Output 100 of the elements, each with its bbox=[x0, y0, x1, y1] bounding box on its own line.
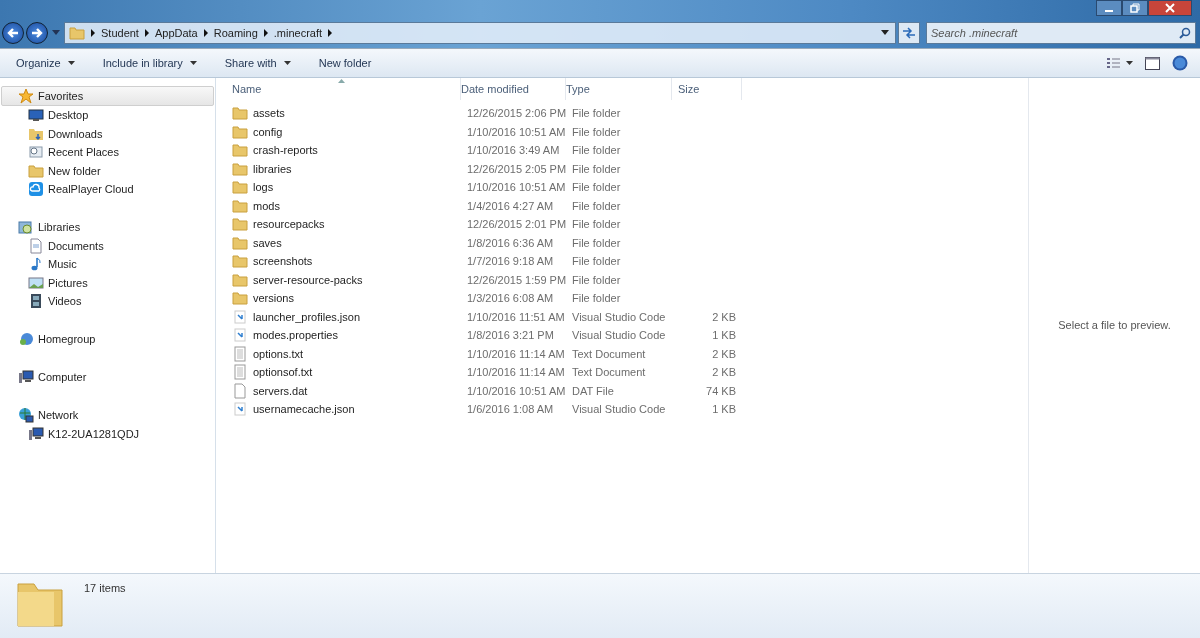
file-row[interactable]: server-resource-packs 12/26/2015 1:59 PM File folder bbox=[216, 270, 1028, 289]
folder-icon bbox=[232, 290, 248, 307]
file-name: logs bbox=[253, 181, 274, 194]
folder-icon bbox=[232, 253, 248, 270]
navigation-group[interactable]: Libraries bbox=[1, 216, 214, 237]
cloud-icon bbox=[28, 181, 44, 198]
date-modified: 1/10/2016 11:14 AM bbox=[466, 366, 566, 379]
close-button[interactable] bbox=[1148, 0, 1192, 16]
file-row[interactable]: crash-reports 1/10/2016 3:49 AM File folder bbox=[216, 141, 1028, 160]
navigation-item[interactable]: New folder bbox=[0, 161, 215, 180]
file-row[interactable]: logs 1/10/2016 10:51 AM File folder bbox=[216, 178, 1028, 197]
file-size: 2 KB bbox=[712, 347, 736, 360]
navigation-item[interactable]: Videos bbox=[0, 292, 215, 311]
item-count: 17 items bbox=[84, 582, 126, 594]
file-row[interactable]: libraries 12/26/2015 2:05 PM File folder bbox=[216, 159, 1028, 178]
file-type: Visual Studio Code bbox=[571, 329, 667, 342]
caret-icon bbox=[67, 61, 75, 65]
column-header[interactable]: Date modified bbox=[461, 78, 566, 100]
preview-pane-icon[interactable] bbox=[1145, 56, 1160, 70]
file-type: File folder bbox=[571, 181, 622, 194]
file-size: 1 KB bbox=[712, 403, 736, 416]
navigation-item[interactable]: Downloads bbox=[0, 124, 215, 143]
file-row[interactable]: options.txt 1/10/2016 11:14 AM Text Document 2 KB bbox=[216, 344, 1028, 363]
file-name: mods bbox=[253, 199, 280, 212]
file-name: server-resource-packs bbox=[253, 273, 363, 286]
navigation-item[interactable]: RealPlayer Cloud bbox=[0, 180, 215, 199]
breadcrumb[interactable]: Roaming bbox=[213, 27, 258, 39]
file-row[interactable]: mods 1/4/2016 4:27 AM File folder bbox=[216, 196, 1028, 215]
minimize-icon bbox=[1105, 10, 1113, 12]
navigation-group[interactable]: Homegroup bbox=[1, 328, 214, 349]
forward-button[interactable] bbox=[26, 22, 48, 44]
toolbar-button[interactable]: Share with bbox=[216, 54, 299, 72]
date-modified: 1/10/2016 10:51 AM bbox=[466, 125, 566, 138]
film-icon bbox=[28, 293, 44, 310]
file-name: optionsof.txt bbox=[253, 366, 313, 379]
breadcrumb[interactable]: .minecraft bbox=[273, 27, 323, 39]
breadcrumb[interactable]: Student bbox=[101, 27, 139, 39]
toolbar-button[interactable]: Include in library bbox=[94, 54, 205, 72]
address-bar[interactable]: Student AppData Roaming .minecraft bbox=[64, 22, 896, 44]
back-button[interactable] bbox=[2, 22, 24, 44]
file-name: modes.properties bbox=[253, 329, 338, 342]
search-field[interactable]: Search .minecraft bbox=[926, 22, 1196, 44]
minimize-button[interactable] bbox=[1096, 0, 1122, 16]
file-name: launcher_profiles.json bbox=[253, 310, 360, 323]
column-header[interactable]: Name bbox=[232, 78, 461, 100]
toolbar-button[interactable]: Organize bbox=[8, 54, 83, 72]
view-options-icon[interactable] bbox=[1107, 57, 1133, 69]
breadcrumb-arrow-icon bbox=[91, 29, 95, 37]
folder-icon bbox=[232, 160, 248, 177]
file-type: File folder bbox=[571, 199, 622, 212]
file-type: File folder bbox=[571, 125, 622, 138]
navigation-item[interactable]: Recent Places bbox=[0, 143, 215, 162]
file-type: Visual Studio Code bbox=[571, 403, 667, 416]
file-row[interactable]: optionsof.txt 1/10/2016 11:14 AM Text Document 2 KB bbox=[216, 363, 1028, 382]
date-modified: 1/4/2016 4:27 AM bbox=[466, 199, 555, 212]
file-type: File folder bbox=[571, 255, 622, 268]
file-row[interactable]: screenshots 1/7/2016 9:18 AM File folder bbox=[216, 252, 1028, 271]
navigation-item[interactable]: Documents bbox=[0, 236, 215, 255]
column-header[interactable]: Size bbox=[672, 78, 742, 100]
navigation-group[interactable]: Computer bbox=[1, 366, 214, 387]
libraries-icon bbox=[18, 218, 34, 235]
file-size: 2 KB bbox=[712, 310, 736, 323]
navigation-item[interactable]: Desktop bbox=[0, 106, 215, 125]
restore-button[interactable] bbox=[1122, 0, 1148, 16]
breadcrumb-arrow-icon bbox=[203, 29, 208, 37]
dropdown-caret-icon[interactable] bbox=[881, 30, 889, 36]
file-type: File folder bbox=[571, 273, 622, 286]
breadcrumb[interactable]: AppData bbox=[154, 27, 198, 39]
file-row[interactable]: modes.properties 1/8/2016 3:21 PM Visual Studio Code 1 KB bbox=[216, 326, 1028, 345]
date-modified: 12/26/2015 2:06 PM bbox=[466, 107, 566, 120]
file-row[interactable]: assets 12/26/2015 2:06 PM File folder bbox=[216, 104, 1028, 123]
computer-icon bbox=[28, 425, 44, 442]
history-dropdown-icon[interactable] bbox=[52, 30, 60, 36]
file-row[interactable]: config 1/10/2016 10:51 AM File folder bbox=[216, 122, 1028, 141]
refresh-button[interactable] bbox=[898, 22, 920, 44]
column-header[interactable]: Type bbox=[566, 78, 672, 100]
navigation-item[interactable]: Music bbox=[0, 255, 215, 274]
text-document-icon bbox=[232, 345, 248, 362]
date-modified: 1/10/2016 11:14 AM bbox=[466, 347, 566, 360]
folder-icon bbox=[232, 179, 248, 196]
file-name: assets bbox=[253, 107, 285, 120]
file-name: versions bbox=[253, 292, 294, 305]
navigation-item[interactable]: K12-2UA1281QDJ bbox=[0, 424, 215, 443]
file-type: Visual Studio Code bbox=[571, 310, 667, 323]
folder-icon bbox=[232, 142, 248, 159]
navigation-group[interactable]: Favorites bbox=[1, 86, 214, 106]
file-type: File folder bbox=[571, 236, 622, 249]
file-row[interactable]: versions 1/3/2016 6:08 AM File folder bbox=[216, 289, 1028, 308]
navigation-group[interactable]: Network bbox=[1, 404, 214, 425]
restore-icon bbox=[1130, 3, 1140, 13]
file-row[interactable]: usernamecache.json 1/6/2016 1:08 AM Visual Studio Code 1 KB bbox=[216, 400, 1028, 419]
folder-icon bbox=[232, 271, 248, 288]
file-row[interactable]: launcher_profiles.json 1/10/2016 11:51 AM Visual Studio Code 2 KB bbox=[216, 307, 1028, 326]
file-type: Text Document bbox=[571, 366, 647, 379]
navigation-item[interactable]: Pictures bbox=[0, 273, 215, 292]
file-row[interactable]: resourcepacks 12/26/2015 2:01 PM File folder bbox=[216, 215, 1028, 234]
toolbar-button[interactable]: New folder bbox=[310, 54, 380, 72]
file-row[interactable]: saves 1/8/2016 6:36 AM File folder bbox=[216, 233, 1028, 252]
file-row[interactable]: servers.dat 1/10/2016 10:51 AM DAT File 74 KB bbox=[216, 381, 1028, 400]
file-name: screenshots bbox=[253, 255, 313, 268]
